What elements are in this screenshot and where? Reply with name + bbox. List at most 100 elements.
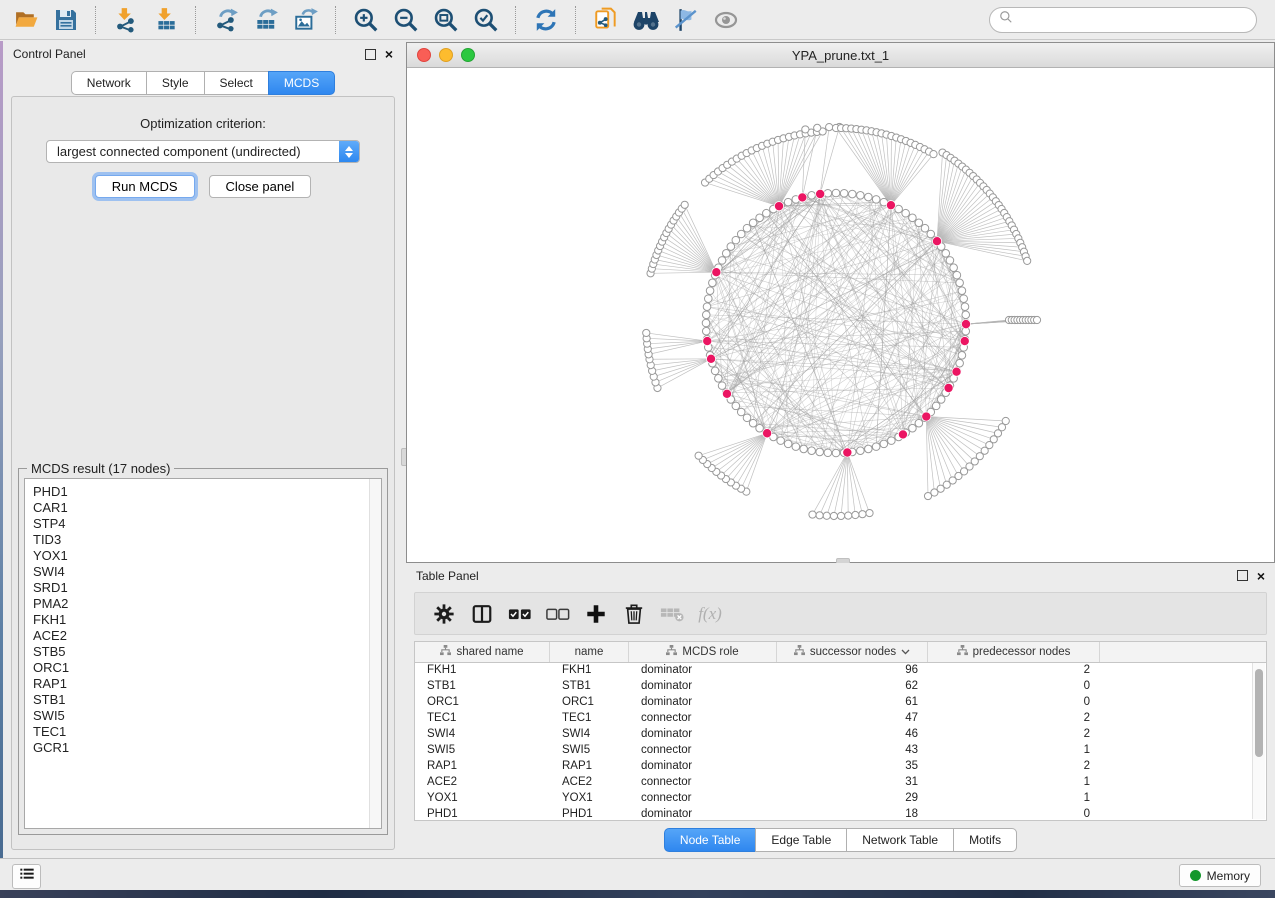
table-cell[interactable]: ORC1 [550,696,629,708]
tab-network[interactable]: Network [71,71,146,95]
table-row[interactable]: SWI4SWI4dominator462 [415,726,1252,742]
table-cell[interactable]: dominator [629,680,777,692]
network-canvas[interactable] [407,68,1274,562]
table-scrollbar-thumb[interactable] [1255,669,1263,757]
tab-select[interactable]: Select [204,71,268,95]
select-all-columns-button[interactable] [505,600,535,628]
table-cell[interactable]: TEC1 [550,712,629,724]
mcds-result-item[interactable]: SWI4 [33,564,381,580]
run-mcds-button[interactable]: Run MCDS [95,175,195,198]
table-cell[interactable]: FKH1 [415,664,550,676]
table-cell[interactable]: dominator [629,696,777,708]
table-cell[interactable]: dominator [629,808,777,820]
table-cell[interactable]: SWI5 [415,744,550,756]
table-cell[interactable]: 1 [928,792,1100,804]
close-panel-button[interactable]: Close panel [209,175,312,198]
table-scrollbar[interactable] [1252,663,1265,819]
unselect-all-columns-button[interactable] [543,600,573,628]
criterion-dropdown[interactable]: largest connected component (undirected) [46,140,360,163]
mcds-list-scrollbar[interactable] [369,479,381,828]
table-cell[interactable]: 0 [928,808,1100,820]
tab-node-table[interactable]: Node Table [664,828,756,852]
mcds-result-item[interactable]: ORC1 [33,660,381,676]
mcds-result-item[interactable]: PHD1 [33,484,381,500]
save-session-button[interactable] [50,5,82,35]
graphics-details-button[interactable] [670,5,702,35]
column-header-predecessor-nodes[interactable]: predecessor nodes [928,642,1100,662]
column-header-successor-nodes[interactable]: successor nodes [777,642,928,662]
tab-edge-table[interactable]: Edge Table [755,828,846,852]
float-panel-icon[interactable] [365,49,376,60]
table-row[interactable]: PHD1PHD1dominator180 [415,806,1252,820]
toggle-columns-button[interactable] [467,600,497,628]
tab-network-table[interactable]: Network Table [846,828,953,852]
birds-eye-button[interactable] [710,5,742,35]
table-cell[interactable]: ACE2 [550,776,629,788]
mcds-result-item[interactable]: TEC1 [33,724,381,740]
table-row[interactable]: RAP1RAP1dominator352 [415,758,1252,774]
table-cell[interactable]: 46 [777,728,928,740]
table-cell[interactable]: TEC1 [415,712,550,724]
close-panel-icon[interactable]: × [385,49,393,59]
mcds-result-item[interactable]: STB1 [33,692,381,708]
tab-motifs[interactable]: Motifs [953,828,1017,852]
import-network-button[interactable] [110,5,142,35]
automation-panel-button[interactable] [12,864,41,889]
table-cell[interactable]: PHD1 [415,808,550,820]
mcds-result-item[interactable]: ACE2 [33,628,381,644]
table-cell[interactable]: RAP1 [415,760,550,772]
table-row[interactable]: YOX1YOX1connector291 [415,790,1252,806]
export-table-button[interactable] [250,5,282,35]
mcds-result-item[interactable]: RAP1 [33,676,381,692]
mcds-result-item[interactable]: CAR1 [33,500,381,516]
apply-layout-button[interactable] [530,5,562,35]
table-cell[interactable]: 2 [928,712,1100,724]
network-window-titlebar[interactable]: YPA_prune.txt_1 [407,43,1274,68]
mcds-result-item[interactable]: PMA2 [33,596,381,612]
table-row[interactable]: SWI5SWI5connector431 [415,742,1252,758]
mcds-result-item[interactable]: SRD1 [33,580,381,596]
table-cell[interactable]: connector [629,792,777,804]
mcds-result-item[interactable]: GCR1 [33,740,381,756]
table-cell[interactable]: 96 [777,664,928,676]
table-cell[interactable]: YOX1 [550,792,629,804]
zoom-in-button[interactable] [350,5,382,35]
table-cell[interactable]: 43 [777,744,928,756]
table-cell[interactable]: RAP1 [550,760,629,772]
column-header-shared-name[interactable]: shared name [415,642,550,662]
table-cell[interactable]: 47 [777,712,928,724]
table-cell[interactable]: 1 [928,776,1100,788]
tab-mcds[interactable]: MCDS [268,71,335,95]
mcds-result-item[interactable]: TID3 [33,532,381,548]
table-cell[interactable]: dominator [629,664,777,676]
table-cell[interactable]: SWI4 [550,728,629,740]
table-row[interactable]: ACE2ACE2connector311 [415,774,1252,790]
table-cell[interactable]: 35 [777,760,928,772]
memory-button[interactable]: Memory [1179,864,1261,887]
export-network-button[interactable] [210,5,242,35]
float-table-panel-icon[interactable] [1237,570,1248,581]
table-cell[interactable]: dominator [629,728,777,740]
add-column-button[interactable] [581,600,611,628]
table-row[interactable]: FKH1FKH1dominator962 [415,662,1252,678]
tab-style[interactable]: Style [146,71,204,95]
table-cell[interactable]: FKH1 [550,664,629,676]
table-cell[interactable]: 31 [777,776,928,788]
table-cell[interactable]: 2 [928,664,1100,676]
table-cell[interactable]: PHD1 [550,808,629,820]
delete-column-button[interactable] [619,600,649,628]
table-cell[interactable]: 2 [928,760,1100,772]
table-cell[interactable]: SWI4 [415,728,550,740]
column-header-MCDS-role[interactable]: MCDS role [629,642,777,662]
mcds-result-item[interactable]: YOX1 [33,548,381,564]
table-cell[interactable]: connector [629,776,777,788]
mcds-result-item[interactable]: FKH1 [33,612,381,628]
table-cell[interactable]: 61 [777,696,928,708]
table-cell[interactable]: dominator [629,760,777,772]
table-cell[interactable]: STB1 [415,680,550,692]
mcds-result-item[interactable]: STP4 [33,516,381,532]
table-cell[interactable]: 62 [777,680,928,692]
table-cell[interactable]: 29 [777,792,928,804]
table-cell[interactable]: 2 [928,728,1100,740]
zoom-fit-button[interactable] [430,5,462,35]
